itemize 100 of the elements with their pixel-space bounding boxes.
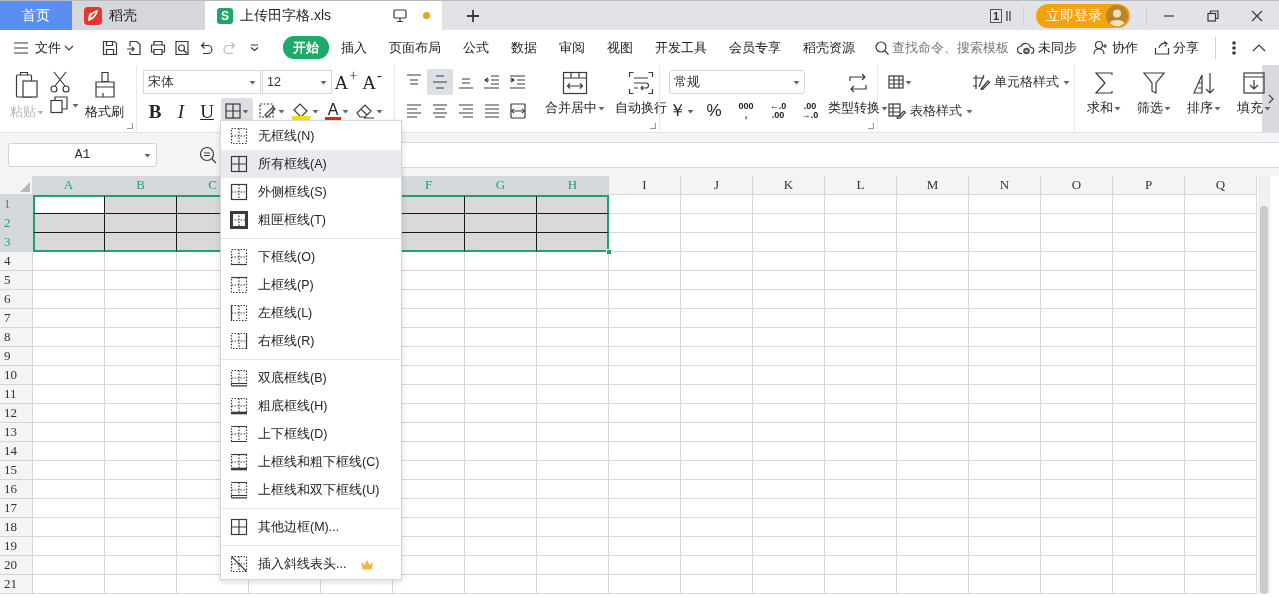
row-header[interactable]: 4 — [0, 252, 33, 271]
ribbon-tab[interactable]: 开发工具 — [645, 35, 717, 60]
font-size-select[interactable]: 12 — [262, 70, 332, 94]
row-header[interactable]: 14 — [0, 442, 33, 461]
menu-item[interactable]: 上框线(P) — [221, 271, 401, 299]
menu-item[interactable]: 右框线(R) — [221, 327, 401, 355]
menu-item[interactable]: 下框线(O) — [221, 243, 401, 271]
column-header[interactable]: K — [753, 176, 825, 195]
menu-item[interactable]: 左框线(L) — [221, 299, 401, 327]
zoom-formula-icon[interactable] — [199, 145, 217, 164]
bold-button[interactable]: B — [143, 98, 167, 124]
ribbon-tab[interactable]: 审阅 — [549, 35, 595, 60]
table-cell[interactable] — [465, 233, 537, 252]
fill-handle[interactable] — [606, 249, 612, 255]
row-header[interactable]: 16 — [0, 480, 33, 499]
corner-icon[interactable] — [650, 123, 656, 129]
menu-item[interactable]: 无框线(N) — [221, 122, 401, 150]
menu-item[interactable]: 双底框线(B) — [221, 364, 401, 392]
convert-button[interactable]: 类型转换 — [828, 69, 888, 132]
row-header[interactable]: 13 — [0, 423, 33, 442]
font-select[interactable]: 宋体 — [143, 70, 261, 94]
grow-font-button[interactable]: A$^{+}$ — [334, 69, 358, 95]
table-cell[interactable] — [537, 214, 609, 233]
cut-icon[interactable] — [50, 71, 70, 93]
ribbon-scroll-button[interactable] — [1262, 65, 1279, 132]
percent-button[interactable]: % — [702, 98, 726, 124]
ribbon-tab[interactable]: 视图 — [597, 35, 643, 60]
menu-item[interactable]: 粗匣框线(T) — [221, 206, 401, 234]
more-icon[interactable] — [1232, 40, 1236, 55]
table-cell[interactable] — [105, 214, 177, 233]
merge-button[interactable]: 合并居中 — [545, 69, 605, 132]
font-color-button[interactable]: A — [325, 98, 349, 124]
cell-style-button[interactable]: 单元格样式 — [972, 69, 1070, 95]
add-decimal-button[interactable]: ←.0 .00 — [766, 98, 790, 124]
row-header[interactable]: 8 — [0, 328, 33, 347]
row-header[interactable]: 18 — [0, 518, 33, 537]
table-cell[interactable] — [33, 233, 105, 252]
table-cell[interactable] — [33, 214, 105, 233]
save-icon[interactable] — [102, 39, 118, 56]
export-icon[interactable] — [126, 39, 142, 56]
column-header[interactable]: I — [609, 176, 681, 195]
document-tab[interactable]: 稻壳 — [72, 1, 205, 30]
remove-decimal-button[interactable]: .00 →.0 — [798, 98, 822, 124]
collapse-icon[interactable] — [1252, 43, 1266, 52]
row-header[interactable]: 15 — [0, 461, 33, 480]
row-header[interactable]: 9 — [0, 347, 33, 366]
row-header[interactable]: 17 — [0, 499, 33, 518]
column-header[interactable]: O — [1041, 176, 1113, 195]
column-header[interactable]: M — [897, 176, 969, 195]
currency-button[interactable]: ￥ — [669, 98, 694, 124]
number-format-select[interactable]: 常规 — [669, 70, 805, 94]
sort-button[interactable]: 排序 — [1187, 69, 1221, 132]
print-preview-icon[interactable] — [174, 39, 190, 56]
corner-icon[interactable] — [127, 123, 133, 129]
column-header[interactable]: J — [681, 176, 753, 195]
restore-icon[interactable] — [1207, 9, 1219, 22]
table-cell[interactable] — [33, 195, 105, 214]
menu-item[interactable]: 所有框线(A) — [221, 150, 401, 178]
scrollbar[interactable] — [1258, 176, 1270, 594]
row-header[interactable]: 10 — [0, 366, 33, 385]
ribbon-tab[interactable]: 页面布局 — [379, 35, 451, 60]
search-field[interactable]: 查找命令、搜索模板 — [875, 37, 1017, 58]
document-tab[interactable]: S 上传田字格.xls — [205, 1, 442, 30]
column-header[interactable]: P — [1113, 176, 1185, 195]
menu-item[interactable]: 粗底框线(H) — [221, 392, 401, 420]
table-cell[interactable] — [537, 233, 609, 252]
ribbon-tab[interactable]: 稻壳资源 — [793, 35, 865, 60]
menu-item[interactable]: 其他边框(M)... — [221, 513, 401, 541]
ribbon-tab[interactable]: 数据 — [501, 35, 547, 60]
row-header[interactable]: 19 — [0, 537, 33, 556]
table-style-button[interactable]: 表格样式 — [888, 98, 972, 124]
sum-button[interactable]: 求和 — [1087, 69, 1121, 132]
filter-button[interactable]: 筛选 — [1137, 69, 1171, 132]
fill-button[interactable]: 填充 — [1237, 69, 1271, 132]
file-menu[interactable]: 文件 — [14, 37, 74, 58]
column-header[interactable]: Q — [1185, 176, 1257, 195]
table-cell[interactable] — [537, 195, 609, 214]
row-header[interactable]: 20 — [0, 556, 33, 575]
format-painter-button[interactable]: 格式刷 — [85, 69, 124, 132]
column-header[interactable]: N — [969, 176, 1041, 195]
row-header[interactable]: 11 — [0, 385, 33, 404]
ribbon-tab[interactable]: 公式 — [453, 35, 499, 60]
sync-button[interactable]: 未同步 — [1017, 37, 1077, 58]
name-box[interactable]: A1 — [8, 142, 157, 167]
dropdown-icon[interactable] — [250, 44, 259, 51]
italic-button[interactable]: I — [169, 98, 193, 124]
menu-item[interactable]: 上框线和双下框线(U) — [221, 476, 401, 504]
row-header[interactable]: 7 — [0, 309, 33, 328]
table-cell[interactable] — [105, 233, 177, 252]
close-icon[interactable] — [1251, 9, 1263, 22]
row-header[interactable]: 12 — [0, 404, 33, 423]
copy-button[interactable] — [50, 96, 79, 114]
column-header[interactable]: L — [825, 176, 897, 195]
menu-item[interactable]: 上框线和粗下框线(C) — [221, 448, 401, 476]
table-cell[interactable] — [465, 214, 537, 233]
menu-item[interactable]: 上下框线(D) — [221, 420, 401, 448]
ribbon-tab[interactable]: 插入 — [331, 35, 377, 60]
undo-icon[interactable] — [198, 39, 214, 56]
collab-button[interactable]: 协作 — [1093, 37, 1138, 58]
table-cell[interactable] — [105, 195, 177, 214]
